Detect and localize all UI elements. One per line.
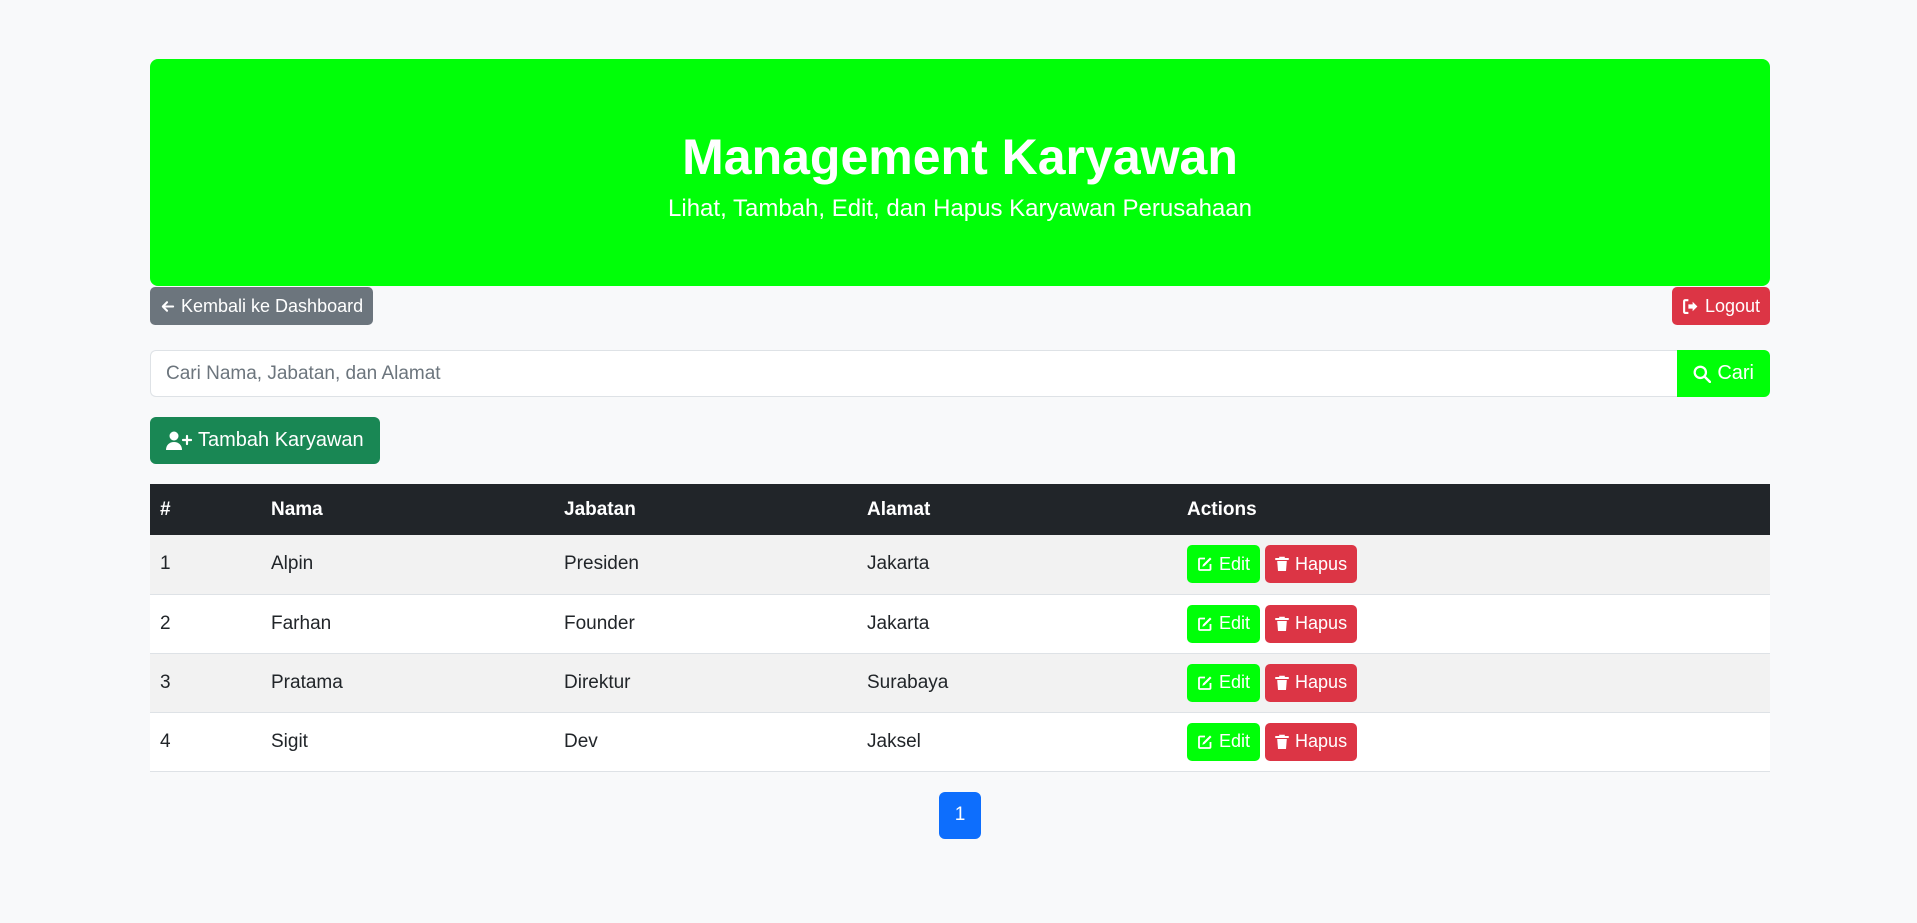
cell-nama: Alpin — [271, 553, 314, 575]
edit-button[interactable]: Edit — [1187, 663, 1261, 702]
cell-jabatan: Founder — [564, 612, 635, 634]
cell-alamat: Jakarta — [867, 612, 930, 634]
edit-button-label: Edit — [1219, 613, 1251, 633]
cell-actions: Edit Hapus — [1177, 535, 1770, 594]
logout-button[interactable]: Logout — [1671, 287, 1770, 325]
add-row: Tambah Karyawan — [150, 417, 1770, 464]
cell-nama: Sigit — [271, 730, 308, 752]
table-row: 2 Farhan Founder Jakarta Edit Hapus — [150, 594, 1770, 653]
search-icon — [1693, 365, 1712, 383]
delete-button[interactable]: Hapus — [1265, 663, 1358, 702]
cell-number: 3 — [160, 671, 171, 693]
cell-jabatan: Direktur — [564, 671, 631, 693]
cell-alamat: Jakarta — [867, 553, 930, 575]
cell-nama: Farhan — [271, 612, 332, 634]
cell-actions: Edit Hapus — [1177, 712, 1770, 771]
cell-jabatan: Dev — [564, 730, 598, 752]
column-header-nama: Nama — [271, 498, 323, 520]
add-employee-label: Tambah Karyawan — [198, 429, 364, 451]
table-header-row: # Nama Jabatan Alamat Actions — [150, 484, 1770, 535]
cell-actions: Edit Hapus — [1177, 594, 1770, 653]
search-button[interactable]: Cari — [1677, 350, 1770, 397]
cell-number: 1 — [160, 553, 171, 575]
edit-icon — [1197, 675, 1213, 691]
trash-icon — [1275, 556, 1290, 572]
page-button-current[interactable]: 1 — [939, 791, 981, 839]
table-row: 1 Alpin Presiden Jakarta Edit Hapus — [150, 535, 1770, 594]
column-header-alamat: Alamat — [867, 498, 931, 520]
cell-nama: Pratama — [271, 671, 343, 693]
delete-button-label: Hapus — [1295, 731, 1348, 751]
add-employee-button[interactable]: Tambah Karyawan — [150, 417, 380, 464]
user-plus-icon — [166, 431, 192, 451]
employee-table: # Nama Jabatan Alamat Actions 1 Alpin Pr… — [150, 484, 1770, 772]
edit-button-label: Edit — [1219, 553, 1251, 574]
delete-button-label: Hapus — [1295, 553, 1348, 574]
page-header: Management Karyawan Lihat, Tambah, Edit,… — [150, 59, 1770, 286]
edit-button-label: Edit — [1219, 672, 1251, 692]
cell-alamat: Jaksel — [867, 730, 921, 752]
search-input[interactable] — [150, 350, 1678, 397]
table-row: 4 Sigit Dev Jaksel Edit Hapus — [150, 712, 1770, 771]
nav-row: Kembali ke Dashboard Logout — [150, 287, 1770, 325]
table-row: 3 Pratama Direktur Surabaya Edit Hapus — [150, 653, 1770, 712]
delete-button[interactable]: Hapus — [1265, 722, 1358, 761]
column-header-jabatan: Jabatan — [564, 498, 636, 520]
edit-button[interactable]: Edit — [1187, 722, 1261, 761]
search-bar: Cari — [150, 350, 1770, 397]
delete-button-label: Hapus — [1295, 672, 1348, 692]
edit-icon — [1197, 616, 1213, 632]
delete-button-label: Hapus — [1295, 613, 1348, 633]
cell-alamat: Surabaya — [867, 671, 949, 693]
edit-button-label: Edit — [1219, 731, 1251, 751]
pagination: 1 — [150, 791, 1770, 839]
back-to-dashboard-button[interactable]: Kembali ke Dashboard — [150, 287, 374, 325]
cell-number: 4 — [160, 730, 171, 752]
logout-button-label: Logout — [1704, 295, 1760, 316]
column-header-number: # — [160, 498, 171, 520]
delete-button[interactable]: Hapus — [1265, 545, 1358, 584]
edit-button[interactable]: Edit — [1187, 545, 1261, 584]
cell-jabatan: Presiden — [564, 553, 639, 575]
column-header-actions: Actions — [1187, 498, 1257, 520]
page-subtitle: Lihat, Tambah, Edit, dan Hapus Karyawan … — [668, 195, 1252, 223]
edit-icon — [1197, 734, 1213, 750]
edit-button[interactable]: Edit — [1187, 604, 1261, 643]
cell-number: 2 — [160, 612, 171, 634]
cell-actions: Edit Hapus — [1177, 653, 1770, 712]
main-container: Management Karyawan Lihat, Tambah, Edit,… — [150, 59, 1770, 839]
search-button-label: Cari — [1717, 362, 1754, 384]
trash-icon — [1275, 616, 1290, 632]
arrow-left-icon — [160, 299, 175, 314]
delete-button[interactable]: Hapus — [1265, 604, 1358, 643]
page-title: Management Karyawan — [682, 129, 1238, 186]
logout-icon — [1682, 298, 1699, 315]
back-button-label: Kembali ke Dashboard — [181, 295, 364, 316]
edit-icon — [1197, 556, 1213, 572]
trash-icon — [1275, 734, 1290, 750]
trash-icon — [1275, 675, 1290, 691]
